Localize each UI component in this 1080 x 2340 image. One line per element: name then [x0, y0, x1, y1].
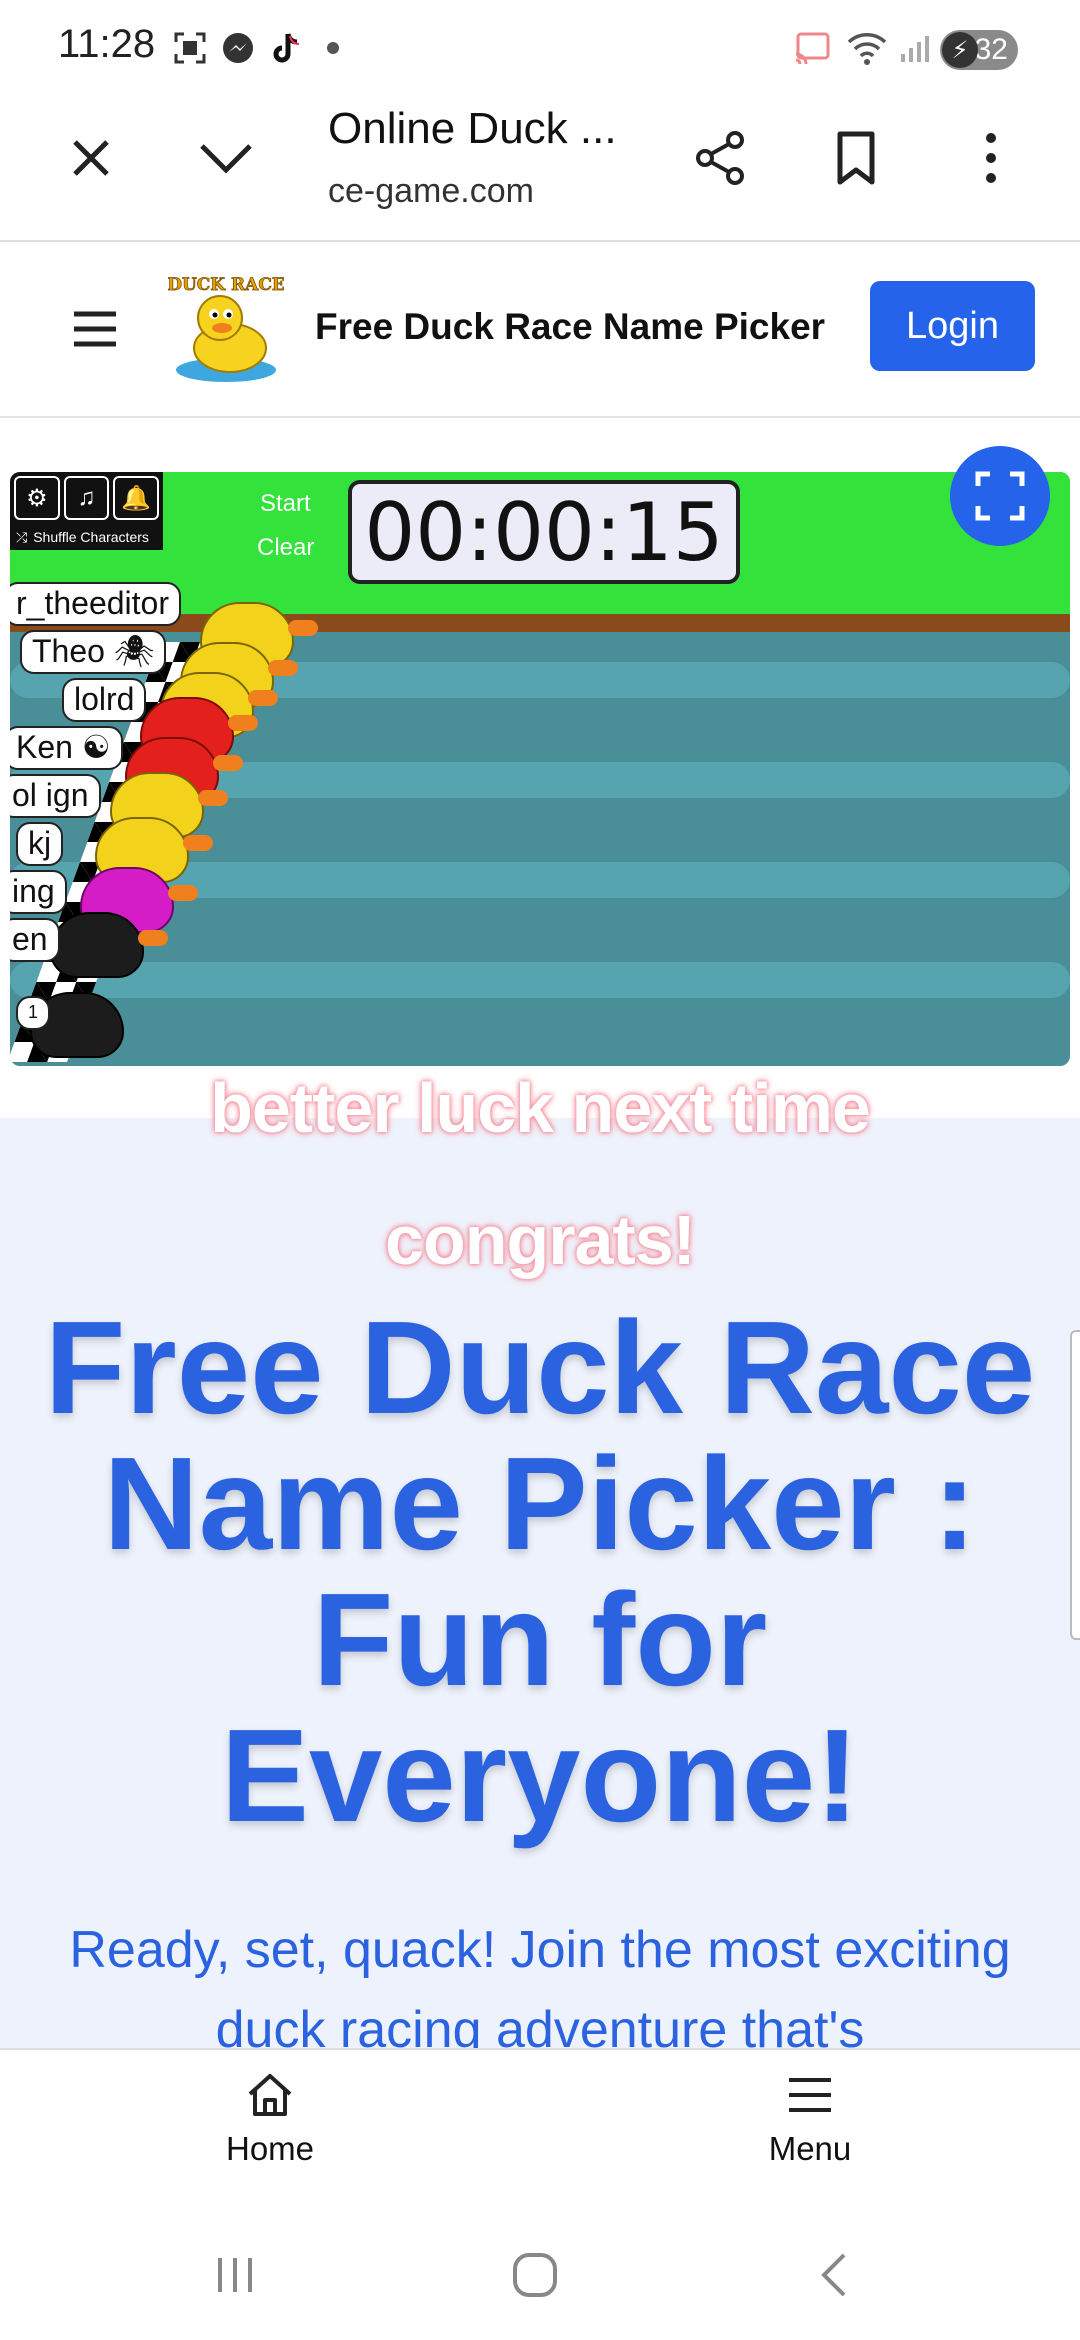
nav-menu[interactable]: Menu	[710, 2070, 910, 2168]
close-tab-button[interactable]	[55, 122, 127, 194]
duck-beak	[138, 930, 168, 946]
bookmark-button[interactable]	[820, 122, 892, 194]
settings-icon[interactable]: ⚙	[14, 476, 60, 520]
lane-badge: 1	[16, 996, 51, 1030]
hero-subtitle: Ready, set, quack! Join the most excitin…	[69, 1921, 1011, 2059]
racer-name-tag: lolrd	[62, 678, 147, 722]
site-title: Free Duck Race Name Picker	[315, 306, 826, 347]
racer-name-tag: r_theeditor	[10, 582, 181, 626]
charging-bolt-icon: ⚡	[942, 32, 978, 68]
race-timer: 00:00:15	[348, 480, 740, 584]
tab-title: Online Duck ...	[328, 104, 617, 153]
back-icon	[821, 2253, 846, 2297]
duck-beak	[248, 690, 278, 706]
share-button[interactable]	[685, 122, 757, 194]
duck-beak	[168, 885, 198, 901]
more-options-button[interactable]	[955, 122, 1027, 194]
bookmark-icon	[837, 131, 875, 185]
overlay-message: better luck next time	[210, 1069, 871, 1147]
duck-race-game[interactable]: ⚙ ♫ 🔔 ⤮ Shuffle Characters Start Clear 0…	[10, 472, 1070, 1066]
chevron-down-icon	[200, 144, 252, 174]
logo-text: DUCK RACE	[168, 275, 284, 295]
start-button[interactable]: Start	[260, 490, 311, 518]
cast-icon	[790, 28, 834, 68]
game-controls-bar: ⚙ ♫ 🔔	[10, 472, 163, 524]
home-circle-icon	[513, 2253, 557, 2297]
wifi-icon	[845, 28, 889, 68]
back-button[interactable]	[790, 2240, 880, 2310]
tab-url[interactable]: ce-game.com	[328, 172, 534, 211]
battery-level: 32	[974, 33, 1008, 66]
water-wave	[10, 962, 1070, 998]
site-menu-button[interactable]	[66, 300, 124, 358]
home-icon	[248, 2074, 292, 2116]
status-clock: 11:28	[58, 22, 156, 66]
hamburger-icon	[74, 311, 116, 347]
battery-indicator: ⚡ 32	[940, 30, 1018, 70]
duck-racer	[50, 912, 168, 978]
minimize-tab-button[interactable]	[190, 122, 262, 194]
hero-title: Free Duck Race Name Picker : Fun for Eve…	[44, 1294, 1036, 1849]
shuffle-characters-button[interactable]: ⤮ Shuffle Characters	[10, 524, 163, 550]
fullscreen-icon	[975, 471, 1025, 521]
racer-name-tag: ing	[10, 870, 67, 914]
messenger-icon	[218, 28, 258, 68]
duck-beak	[228, 715, 258, 731]
nav-menu-label: Menu	[768, 2130, 852, 2167]
racer-name-tag: kj	[16, 822, 64, 866]
racer-name-tag: ol ign	[10, 774, 101, 818]
duck-beak	[213, 755, 243, 771]
nav-home[interactable]: Home	[170, 2070, 370, 2168]
screenshot-icon	[170, 28, 210, 68]
fullscreen-button[interactable]	[950, 446, 1050, 546]
home-system-button[interactable]	[490, 2240, 580, 2310]
dot-icon	[318, 28, 348, 68]
recent-apps-button[interactable]	[190, 2240, 280, 2310]
tiktok-icon	[266, 28, 306, 68]
recent-apps-icon	[218, 2258, 252, 2292]
nav-home-label: Home	[225, 2130, 315, 2167]
more-vert-icon	[986, 133, 996, 183]
scroll-indicator[interactable]	[1070, 1330, 1080, 1640]
duck-beak	[198, 790, 228, 806]
duck-beak	[268, 660, 298, 676]
overlay-message: congrats!	[385, 1201, 696, 1279]
login-button[interactable]: Login	[870, 281, 1035, 371]
sound-icon[interactable]: 🔔	[113, 476, 160, 520]
shuffle-label: Shuffle Characters	[33, 529, 149, 545]
site-logo[interactable]: DUCK RACE	[167, 270, 285, 384]
share-icon	[696, 131, 744, 185]
menu-icon	[789, 2078, 831, 2112]
close-icon	[73, 140, 109, 176]
racer-name-tag: en	[10, 918, 60, 962]
duck-beak	[288, 620, 318, 636]
site-bottom-nav	[0, 2048, 1080, 2206]
clear-button[interactable]: Clear	[257, 534, 314, 562]
racer-name-tag: Theo 🕷	[20, 630, 167, 674]
shuffle-icon: ⤮	[16, 528, 28, 545]
racer-name-tag: Ken ☯	[10, 726, 123, 770]
signal-icon	[895, 28, 935, 68]
music-icon[interactable]: ♫	[63, 476, 110, 520]
duck-beak	[183, 835, 213, 851]
